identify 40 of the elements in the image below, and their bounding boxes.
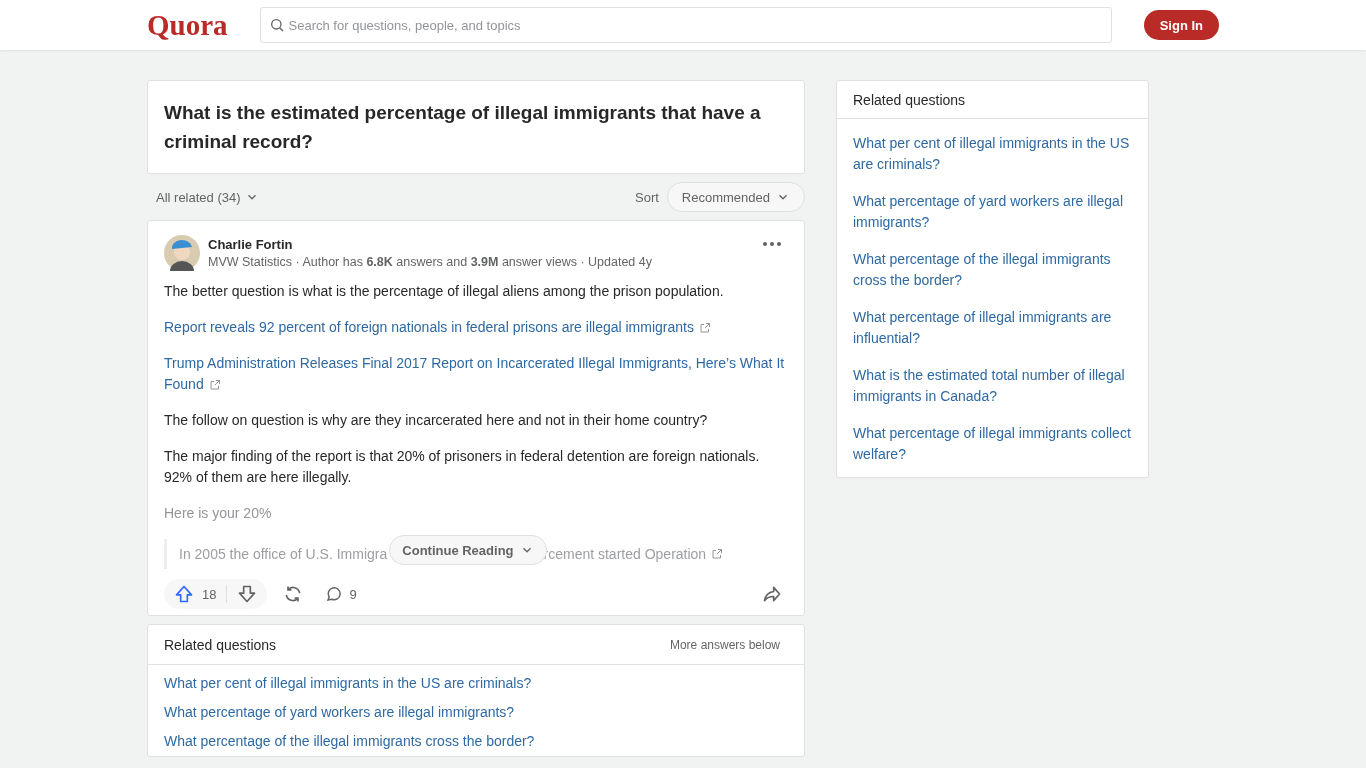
- answer-text: The major finding of the report is that 20% of prisoners in federal detention are foreign nationals. 92% of them are here illegally.: [164, 447, 761, 487]
- comment-icon: [325, 585, 344, 603]
- question-title: What is the estimated percentage of illegal immigrants that have a criminal record?: [163, 101, 762, 154]
- comment-button[interactable]: 9: [319, 579, 363, 609]
- related-question-link[interactable]: What per cent of illegal immigrants in the US are criminals?: [164, 669, 788, 698]
- related-question-link[interactable]: What percentage of yard workers are illegal immigrants?: [853, 183, 1132, 241]
- search-icon: [268, 17, 285, 33]
- related-question-link[interactable]: What percentage of illegal immigrants are influential?: [853, 299, 1132, 357]
- all-related-dropdown[interactable]: All related (34): [156, 189, 259, 205]
- related-question-link[interactable]: What percentage of yard workers are illegal immigrants?: [164, 698, 788, 727]
- upvote-button[interactable]: 18: [164, 579, 227, 609]
- related-question-link[interactable]: What percentage of the illegal immigrants cross the border?: [853, 241, 1132, 299]
- related-question-link[interactable]: What percentage of the illegal immigrants cross the border?: [164, 727, 788, 756]
- author-credentials: MVW Statistics · Author has 6.8K answers and 3.9M answer views · Updated 4y: [208, 255, 653, 269]
- external-link-icon: [208, 379, 221, 392]
- author-name[interactable]: Charlie Fortin: [208, 237, 754, 252]
- related-question-link[interactable]: What percentage of illegal immigrants collect welfare?: [853, 415, 1132, 473]
- more-options-icon[interactable]: [762, 241, 782, 247]
- article-link[interactable]: Trump Administration Releases Final 2017 Report on Incarcerated Illegal Immigrants, Here’s What It Found: [164, 353, 788, 395]
- quote-text: In 2005 the office of U.S. Immigra: [179, 546, 388, 562]
- answer-text: The follow on question is why are they incarcerated here and not in their home country?: [164, 411, 709, 430]
- upvote-icon: [174, 584, 194, 604]
- sort-label: Sort: [635, 189, 659, 205]
- related-question-link[interactable]: What is the estimated total number of illegal immigrants in Canada?: [853, 357, 1132, 415]
- external-link-icon: [698, 322, 711, 335]
- answer-text: The better question is what is the percentage of illegal aliens among the prison population.: [164, 282, 725, 301]
- sort-dropdown[interactable]: Recommended: [666, 182, 805, 212]
- share-icon: [762, 584, 782, 604]
- answer-text: Here is your 20%: [164, 504, 273, 523]
- downvote-icon: [237, 584, 258, 604]
- sign-in-button[interactable]: Sign In: [1143, 10, 1219, 40]
- search-field[interactable]: Search for questions, people, and topics: [259, 7, 1112, 43]
- related-question-link[interactable]: What per cent of illegal immigrants in the US are criminals?: [853, 125, 1132, 183]
- external-link-icon: [711, 548, 724, 560]
- quora-logo[interactable]: Quora: [147, 8, 228, 42]
- avatar[interactable]: [164, 235, 200, 271]
- more-answers-label: More answers below: [669, 637, 780, 652]
- related-questions-title: Related questions: [164, 636, 277, 653]
- article-link[interactable]: Report reveals 92 percent of foreign nationals in federal prisons are illegal immigrants: [164, 317, 788, 338]
- related-questions-title: Related questions: [853, 91, 966, 108]
